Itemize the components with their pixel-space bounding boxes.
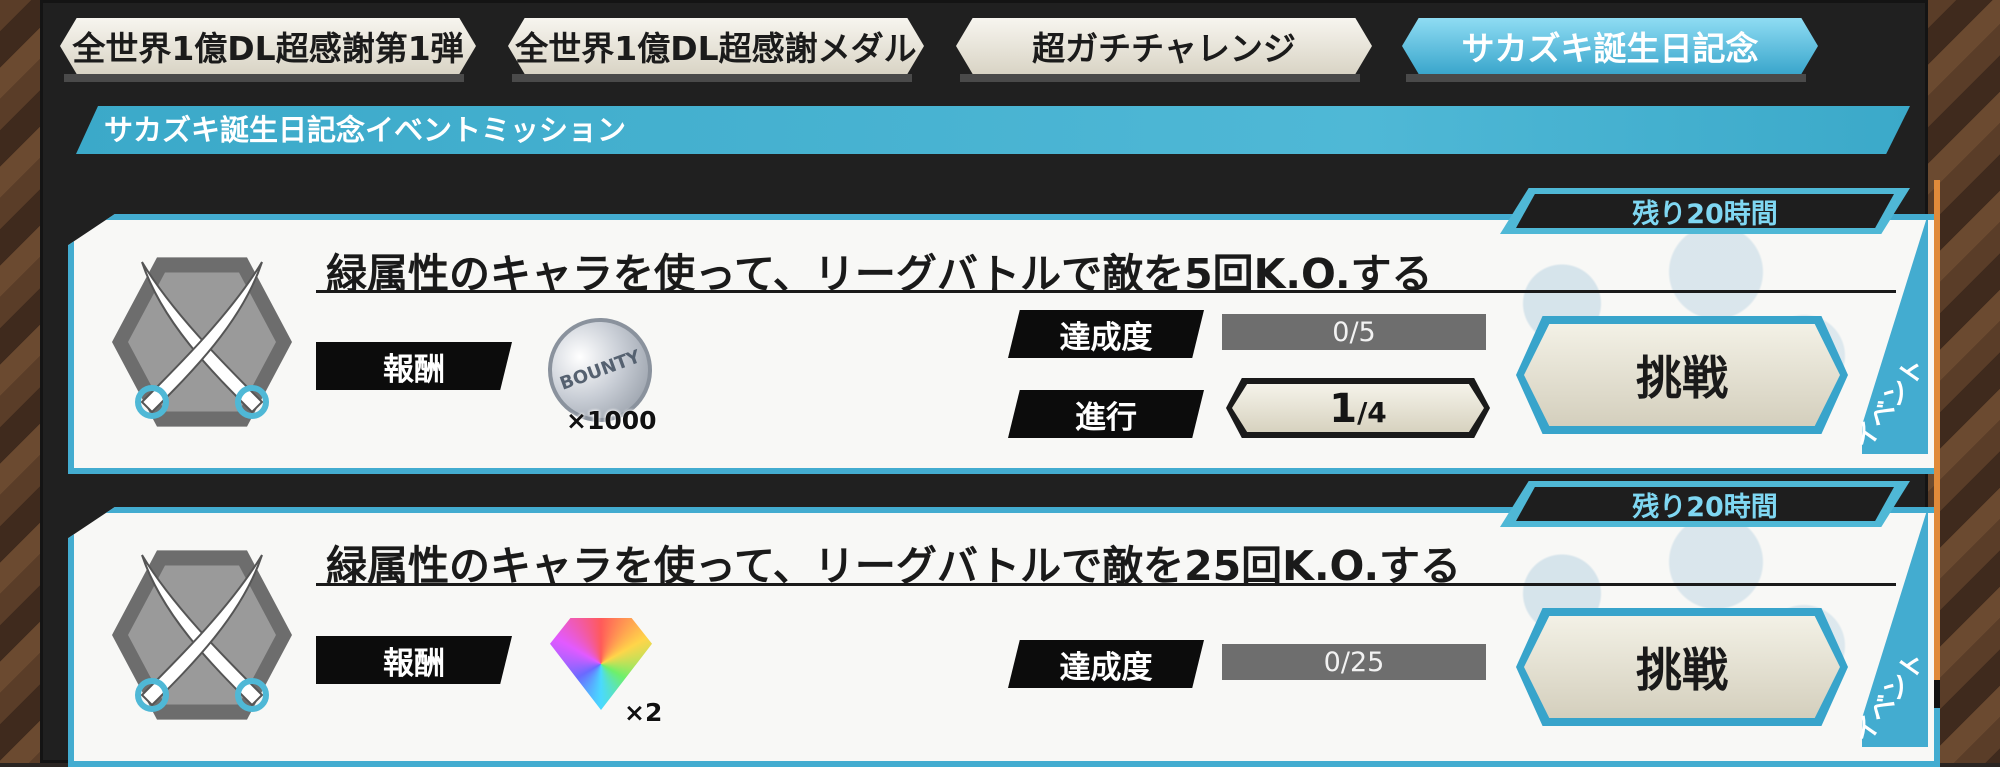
achievement-value: 0/5 bbox=[1222, 314, 1486, 350]
tab-shadow bbox=[1406, 74, 1806, 82]
crossed-swords-icon bbox=[135, 261, 269, 419]
tab-shadow bbox=[960, 74, 1360, 82]
achievement-label: 達成度 bbox=[1008, 310, 1204, 358]
tab-medal-campaign[interactable]: 全世界1億DL超感謝メダル bbox=[508, 18, 924, 74]
section-title: サカズキ誕生日記念イベントミッション bbox=[104, 113, 627, 147]
achievement-value: 0/25 bbox=[1222, 644, 1486, 680]
tab-shadow bbox=[64, 74, 464, 82]
reward-quantity: ×1000 bbox=[566, 406, 657, 435]
tab-shadow bbox=[512, 74, 912, 82]
scrollbar[interactable] bbox=[1934, 180, 1940, 680]
progress-label: 進行 bbox=[1008, 390, 1204, 438]
crossed-swords-icon bbox=[135, 554, 269, 712]
reward-label: 報酬 bbox=[316, 342, 512, 390]
scrollbar-end bbox=[1934, 680, 1940, 708]
time-remaining-text: 残り20時間 bbox=[1632, 491, 1778, 523]
reward-label: 報酬 bbox=[316, 636, 512, 684]
challenge-button-label: 挑戦 bbox=[1524, 616, 1840, 718]
progress-step-current: 1 bbox=[1329, 386, 1358, 432]
title-divider bbox=[316, 290, 1896, 293]
progress-step-box: 1 /4 bbox=[1226, 378, 1490, 438]
progress-step-inner: 1 /4 bbox=[1232, 384, 1484, 432]
tab-sakazuki-birthday[interactable]: サカズキ誕生日記念 bbox=[1402, 18, 1818, 74]
challenge-button[interactable]: 挑戦 bbox=[1516, 608, 1848, 726]
challenge-button[interactable]: 挑戦 bbox=[1516, 316, 1848, 434]
time-remaining-badge: 残り20時間 bbox=[1500, 188, 1910, 234]
time-remaining-text: 残り20時間 bbox=[1632, 198, 1778, 230]
tab-first-campaign[interactable]: 全世界1億DL超感謝第1弾 bbox=[60, 18, 476, 74]
title-divider bbox=[316, 583, 1896, 586]
achievement-label: 達成度 bbox=[1008, 640, 1204, 688]
time-remaining-badge: 残り20時間 bbox=[1500, 481, 1910, 527]
tab-super-challenge[interactable]: 超ガチチャレンジ bbox=[956, 18, 1372, 74]
progress-step-total: /4 bbox=[1357, 396, 1387, 429]
reward-quantity: ×2 bbox=[624, 698, 663, 727]
challenge-button-label: 挑戦 bbox=[1524, 324, 1840, 426]
